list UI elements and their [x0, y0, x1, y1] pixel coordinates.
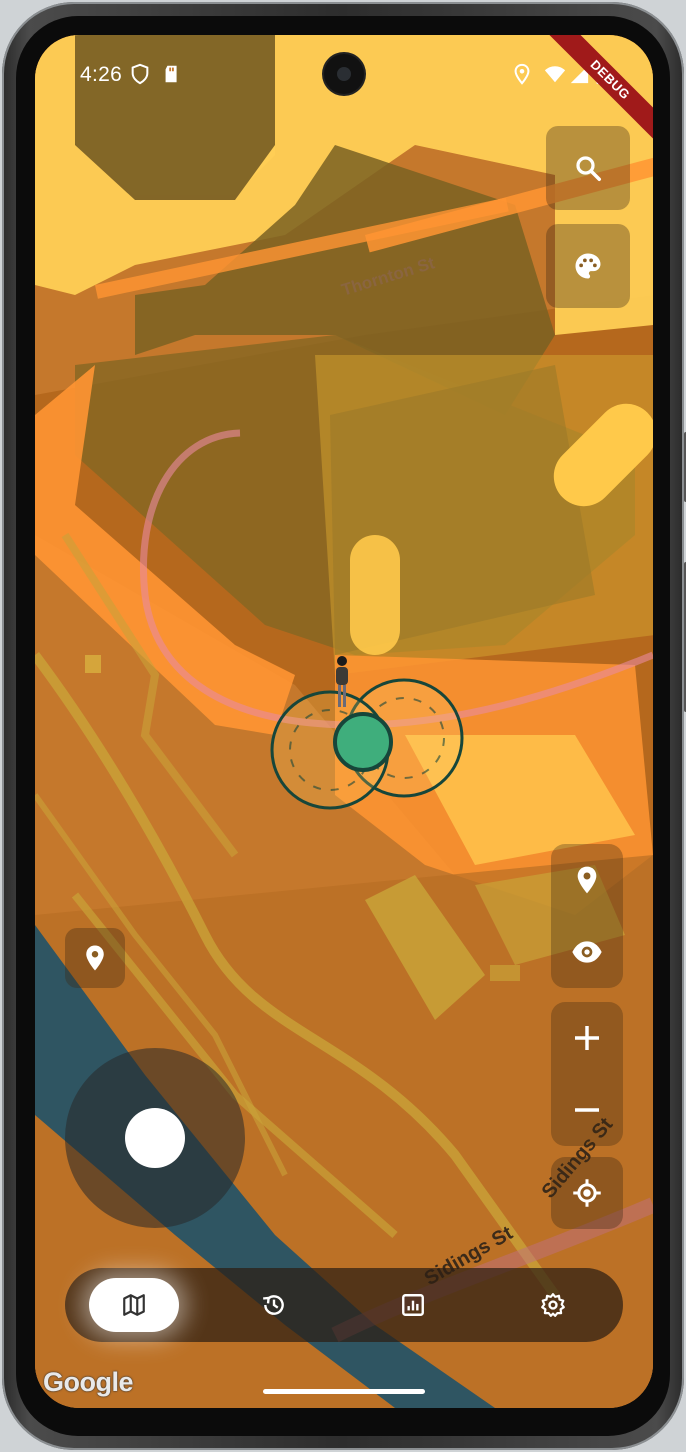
palette-icon [575, 253, 601, 279]
location-pin-icon [86, 945, 104, 971]
map-road [350, 535, 400, 655]
map-building [85, 655, 101, 673]
nav-map[interactable] [89, 1278, 179, 1332]
player-marker [333, 712, 393, 772]
search-icon [576, 156, 601, 181]
phone-frame: Thornton St Sidings St Sidings St 4:26 D… [2, 2, 686, 1450]
search-button[interactable] [546, 126, 630, 210]
nav-stats[interactable] [368, 1278, 458, 1332]
history-icon [263, 1295, 284, 1315]
zoom-in-button[interactable] [551, 1002, 623, 1074]
sd-card-icon [165, 65, 177, 83]
nav-settings[interactable] [508, 1278, 598, 1332]
player-avatar [336, 656, 348, 707]
my-location-icon [573, 1179, 601, 1207]
location-pin-icon [577, 866, 597, 894]
google-attribution: Google [43, 1367, 134, 1397]
joystick-knob[interactable] [125, 1108, 185, 1168]
shield-icon [131, 63, 149, 85]
marker-visibility-group [551, 844, 623, 988]
home-indicator[interactable] [263, 1389, 425, 1394]
location-icon [514, 63, 530, 85]
map-icon [123, 1294, 145, 1316]
app-screen: Thornton St Sidings St Sidings St 4:26 D… [35, 35, 653, 1408]
eye-icon [572, 941, 602, 963]
theme-button[interactable] [546, 224, 630, 308]
minus-icon [575, 1108, 599, 1112]
place-marker-button[interactable] [65, 928, 125, 988]
plus-icon [575, 1026, 599, 1050]
wifi-icon [544, 66, 566, 83]
recenter-button[interactable] [551, 1157, 623, 1229]
marker-button[interactable] [551, 844, 623, 916]
stats-icon [402, 1294, 424, 1316]
nav-history[interactable] [229, 1278, 319, 1332]
visibility-button[interactable] [551, 916, 623, 988]
zoom-controls [551, 1002, 623, 1146]
settings-icon [541, 1293, 565, 1317]
status-time: 4:26 [80, 63, 123, 86]
front-camera [324, 54, 364, 94]
zoom-out-button[interactable] [551, 1074, 623, 1146]
bottom-nav [65, 1268, 623, 1342]
map-building [490, 965, 520, 981]
